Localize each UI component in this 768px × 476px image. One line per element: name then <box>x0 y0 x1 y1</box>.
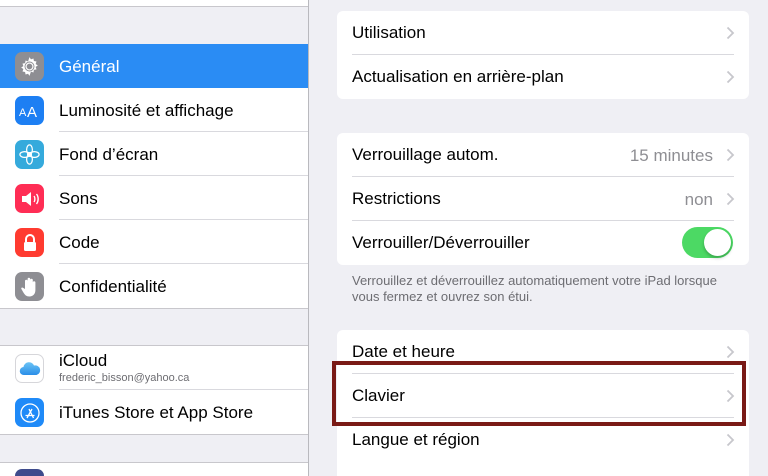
row-label: Actualisation en arrière-plan <box>352 67 564 86</box>
row-restrictions[interactable]: Restrictions non <box>337 177 749 221</box>
lock-unlock-footnote: Verrouillez et déverrouillez automatique… <box>352 273 717 304</box>
row-keyboard[interactable]: Clavier <box>337 374 749 418</box>
sidebar-item-passcode[interactable]: Code <box>0 220 308 264</box>
svg-text:A: A <box>19 107 27 119</box>
sidebar-group-accounts: iCloud frederic_bisson@yahoo.ca iTunes S… <box>0 345 308 435</box>
app-store-icon <box>15 398 44 427</box>
partial-app-icon <box>15 469 44 476</box>
lock-icon <box>15 228 44 257</box>
sidebar-item-icloud[interactable]: iCloud frederic_bisson@yahoo.ca <box>0 346 308 390</box>
account-email: frederic_bisson@yahoo.ca <box>59 372 190 384</box>
text-size-icon: A A <box>15 96 44 125</box>
chevron-right-icon <box>726 192 735 206</box>
sidebar-item-label: Général <box>59 57 120 76</box>
row-language-region[interactable]: Langue et région <box>337 418 749 462</box>
chevron-right-icon <box>726 26 735 40</box>
sidebar-item-label: Luminosité et affichage <box>59 101 234 120</box>
chevron-right-icon <box>726 148 735 162</box>
chevron-right-icon <box>726 70 735 84</box>
svg-text:A: A <box>27 104 37 119</box>
row-value: non <box>684 190 713 209</box>
sidebar-item-wallpaper[interactable]: Fond d’écran <box>0 132 308 176</box>
row-label: Restrictions <box>352 189 441 208</box>
settings-group-lock: Verrouillage autom. 15 minutes Restricti… <box>337 133 749 265</box>
gear-icon <box>15 52 44 81</box>
row-label: Verrouillage autom. <box>352 145 499 164</box>
row-label: Date et heure <box>352 342 456 361</box>
sidebar-item-app-store[interactable]: iTunes Store et App Store <box>0 390 308 434</box>
settings-group-usage: Utilisation Actualisation en arrière-pla… <box>337 11 749 99</box>
sidebar-item-label: iTunes Store et App Store <box>59 403 254 422</box>
row-lock-unlock: Verrouiller/Déverrouiller <box>337 221 749 265</box>
chevron-right-icon <box>726 433 735 447</box>
row-label: Verrouiller/Déverrouiller <box>352 233 530 252</box>
row-label: Clavier <box>352 386 405 405</box>
sidebar: Général A A Luminosité et affichage Fond… <box>0 0 308 476</box>
sidebar-group-settings: Général A A Luminosité et affichage Fond… <box>0 44 308 309</box>
lock-unlock-toggle[interactable] <box>682 227 733 258</box>
chevron-right-icon <box>726 345 735 359</box>
row-usage[interactable]: Utilisation <box>337 11 749 55</box>
sidebar-item-privacy[interactable]: Confidentialité <box>0 264 308 308</box>
sidebar-group-top <box>0 0 308 7</box>
sidebar-item-label: Sons <box>59 189 98 208</box>
sidebar-group-bottom <box>0 462 308 476</box>
hand-icon <box>15 272 44 301</box>
row-background-refresh[interactable]: Actualisation en arrière-plan <box>337 55 749 99</box>
sidebar-item-sounds[interactable]: Sons <box>0 176 308 220</box>
sidebar-item-display[interactable]: A A Luminosité et affichage <box>0 88 308 132</box>
settings-group-locale: Date et heure Clavier Langue et région <box>337 330 749 476</box>
chevron-right-icon <box>726 389 735 403</box>
sidebar-item-label: Confidentialité <box>59 277 167 296</box>
row-date-time[interactable]: Date et heure <box>337 330 749 374</box>
speaker-icon <box>15 184 44 213</box>
row-label: Langue et région <box>352 430 480 449</box>
icloud-icon <box>15 354 44 383</box>
flower-icon <box>15 140 44 169</box>
sidebar-item-label: Code <box>59 233 100 252</box>
detail-pane: Utilisation Actualisation en arrière-pla… <box>309 0 768 476</box>
row-value: 15 minutes <box>629 146 713 165</box>
sidebar-item-label: Fond d’écran <box>59 145 159 164</box>
row-label: Utilisation <box>352 23 426 42</box>
sidebar-item-general[interactable]: Général <box>0 44 308 88</box>
sidebar-item-label: iCloud <box>59 351 108 370</box>
toggle-knob <box>704 229 731 256</box>
row-auto-lock[interactable]: Verrouillage autom. 15 minutes <box>337 133 749 177</box>
